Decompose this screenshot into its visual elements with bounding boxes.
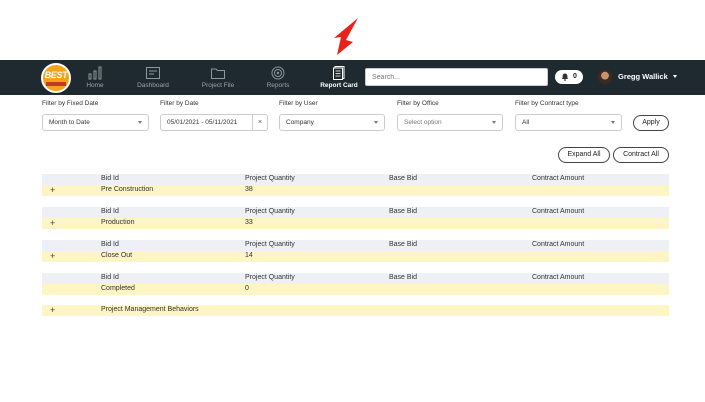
table-header-row: Bid Id Project Quantity Base Bid Contrac… (42, 174, 669, 185)
nav-project-file[interactable]: Project File (190, 62, 246, 94)
notifications-button[interactable]: 0 (555, 70, 583, 84)
behaviors-group: + Project Management Behaviors (42, 305, 669, 316)
table-header-row: Bid Id Project Quantity Base Bid Contrac… (42, 273, 669, 284)
col-bid-id: Bid Id (101, 274, 119, 281)
nav-dashboard-label: Dashboard (137, 82, 169, 89)
filter-office-label: Filter by Office (397, 100, 439, 107)
report-group: Bid Id Project Quantity Base Bid Contrac… (42, 240, 669, 262)
target-icon (271, 66, 285, 80)
col-project-quantity: Project Quantity (245, 208, 295, 215)
col-bid-id: Bid Id (101, 241, 119, 248)
contract-all-button[interactable]: Contract All (613, 147, 669, 163)
bell-icon (561, 73, 569, 81)
col-contract-amount: Contract Amount (532, 208, 585, 215)
filter-user-label: Filter by User (279, 100, 318, 107)
search-input[interactable] (365, 68, 548, 86)
col-project-quantity: Project Quantity (245, 241, 295, 248)
table-header-row: Bid Id Project Quantity Base Bid Contrac… (42, 240, 669, 251)
filter-date: Filter by Date 05/01/2021 - 05/11/2021 × (160, 100, 268, 131)
col-contract-amount: Contract Amount (532, 241, 585, 248)
report-card-icon (333, 66, 345, 80)
chevron-down-icon (138, 121, 142, 124)
nav-reports-label: Reports (266, 82, 290, 89)
contract-type-select[interactable]: All (515, 114, 622, 131)
fixed-date-select[interactable]: Month to Date (42, 114, 149, 131)
expand-all-button[interactable]: Expand All (558, 147, 610, 163)
group-name: Close Out (101, 252, 133, 259)
nav-report-card[interactable]: Report Card (311, 62, 367, 94)
nav-reports[interactable]: Reports (250, 62, 306, 94)
group-quantity: 14 (245, 252, 253, 259)
filter-fixed-date: Filter by Fixed Date Month to Date (42, 100, 149, 131)
annotation-arrow-icon (334, 18, 358, 55)
nav-home-label: Home (86, 82, 104, 89)
chevron-down-icon[interactable] (673, 75, 677, 78)
filter-date-label: Filter by Date (160, 100, 199, 107)
table-header-row: Bid Id Project Quantity Base Bid Contrac… (42, 207, 669, 218)
office-select[interactable]: Select option (397, 114, 503, 131)
col-bid-id: Bid Id (101, 208, 119, 215)
user-select[interactable]: Company (279, 114, 385, 131)
col-bid-id: Bid Id (101, 175, 119, 182)
chevron-down-icon (611, 121, 615, 124)
table-row[interactable]: Completed 0 (42, 284, 669, 295)
col-contract-amount: Contract Amount (532, 175, 585, 182)
fixed-date-value: Month to Date (49, 119, 90, 126)
expand-row-icon[interactable]: + (50, 218, 55, 228)
avatar[interactable] (598, 70, 612, 84)
filter-contract-type-label: Filter by Contract type (515, 100, 579, 107)
group-quantity: 33 (245, 219, 253, 226)
table-row[interactable]: + Pre Construction 38 (42, 185, 669, 196)
filter-office: Filter by Office Select option (397, 100, 503, 131)
group-name: Pre Construction (101, 186, 154, 193)
col-base-bid: Base Bid (389, 241, 418, 248)
apply-button[interactable]: Apply (633, 115, 669, 131)
date-range-input[interactable]: 05/01/2021 - 05/11/2021 × (160, 114, 268, 131)
expand-row-icon[interactable]: + (50, 185, 55, 195)
nav-report-card-label: Report Card (320, 82, 358, 89)
nav-dashboard[interactable]: Dashboard (125, 62, 181, 94)
group-quantity: 38 (245, 186, 253, 193)
filter-fixed-date-label: Filter by Fixed Date (42, 100, 99, 107)
col-project-quantity: Project Quantity (245, 274, 295, 281)
filter-user: Filter by User Company (279, 100, 385, 131)
col-project-quantity: Project Quantity (245, 175, 295, 182)
chevron-down-icon (492, 121, 496, 124)
nav-project-file-label: Project File (201, 82, 235, 89)
expand-row-icon[interactable]: + (50, 305, 55, 315)
folder-icon (211, 68, 225, 79)
nav-home[interactable]: Home (67, 62, 123, 94)
report-group: Bid Id Project Quantity Base Bid Contrac… (42, 207, 669, 229)
col-base-bid: Base Bid (389, 208, 418, 215)
report-group: Bid Id Project Quantity Base Bid Contrac… (42, 273, 669, 295)
dashboard-icon (146, 67, 160, 79)
expand-row-icon[interactable]: + (50, 251, 55, 261)
contract-type-value: All (522, 119, 530, 126)
clear-date-icon[interactable]: × (252, 115, 267, 130)
user-select-value: Company (286, 119, 314, 126)
filter-contract-type: Filter by Contract type All (515, 100, 622, 131)
col-base-bid: Base Bid (389, 274, 418, 281)
col-base-bid: Base Bid (389, 175, 418, 182)
table-row[interactable]: + Project Management Behaviors (42, 305, 669, 316)
chevron-down-icon (374, 121, 378, 124)
report-group: Bid Id Project Quantity Base Bid Contrac… (42, 174, 669, 196)
col-contract-amount: Contract Amount (532, 274, 585, 281)
group-name: Completed (101, 285, 135, 292)
notification-count: 0 (573, 73, 577, 80)
table-row[interactable]: + Production 33 (42, 218, 669, 229)
group-name: Production (101, 219, 135, 226)
table-row[interactable]: + Close Out 14 (42, 251, 669, 262)
date-range-value: 05/01/2021 - 05/11/2021 (167, 119, 238, 126)
group-quantity: 0 (245, 285, 249, 292)
bar-chart-icon (88, 66, 102, 80)
group-name: Project Management Behaviors (101, 306, 199, 313)
user-menu[interactable]: Gregg Wallick (618, 72, 668, 81)
office-select-value: Select option (404, 119, 442, 126)
